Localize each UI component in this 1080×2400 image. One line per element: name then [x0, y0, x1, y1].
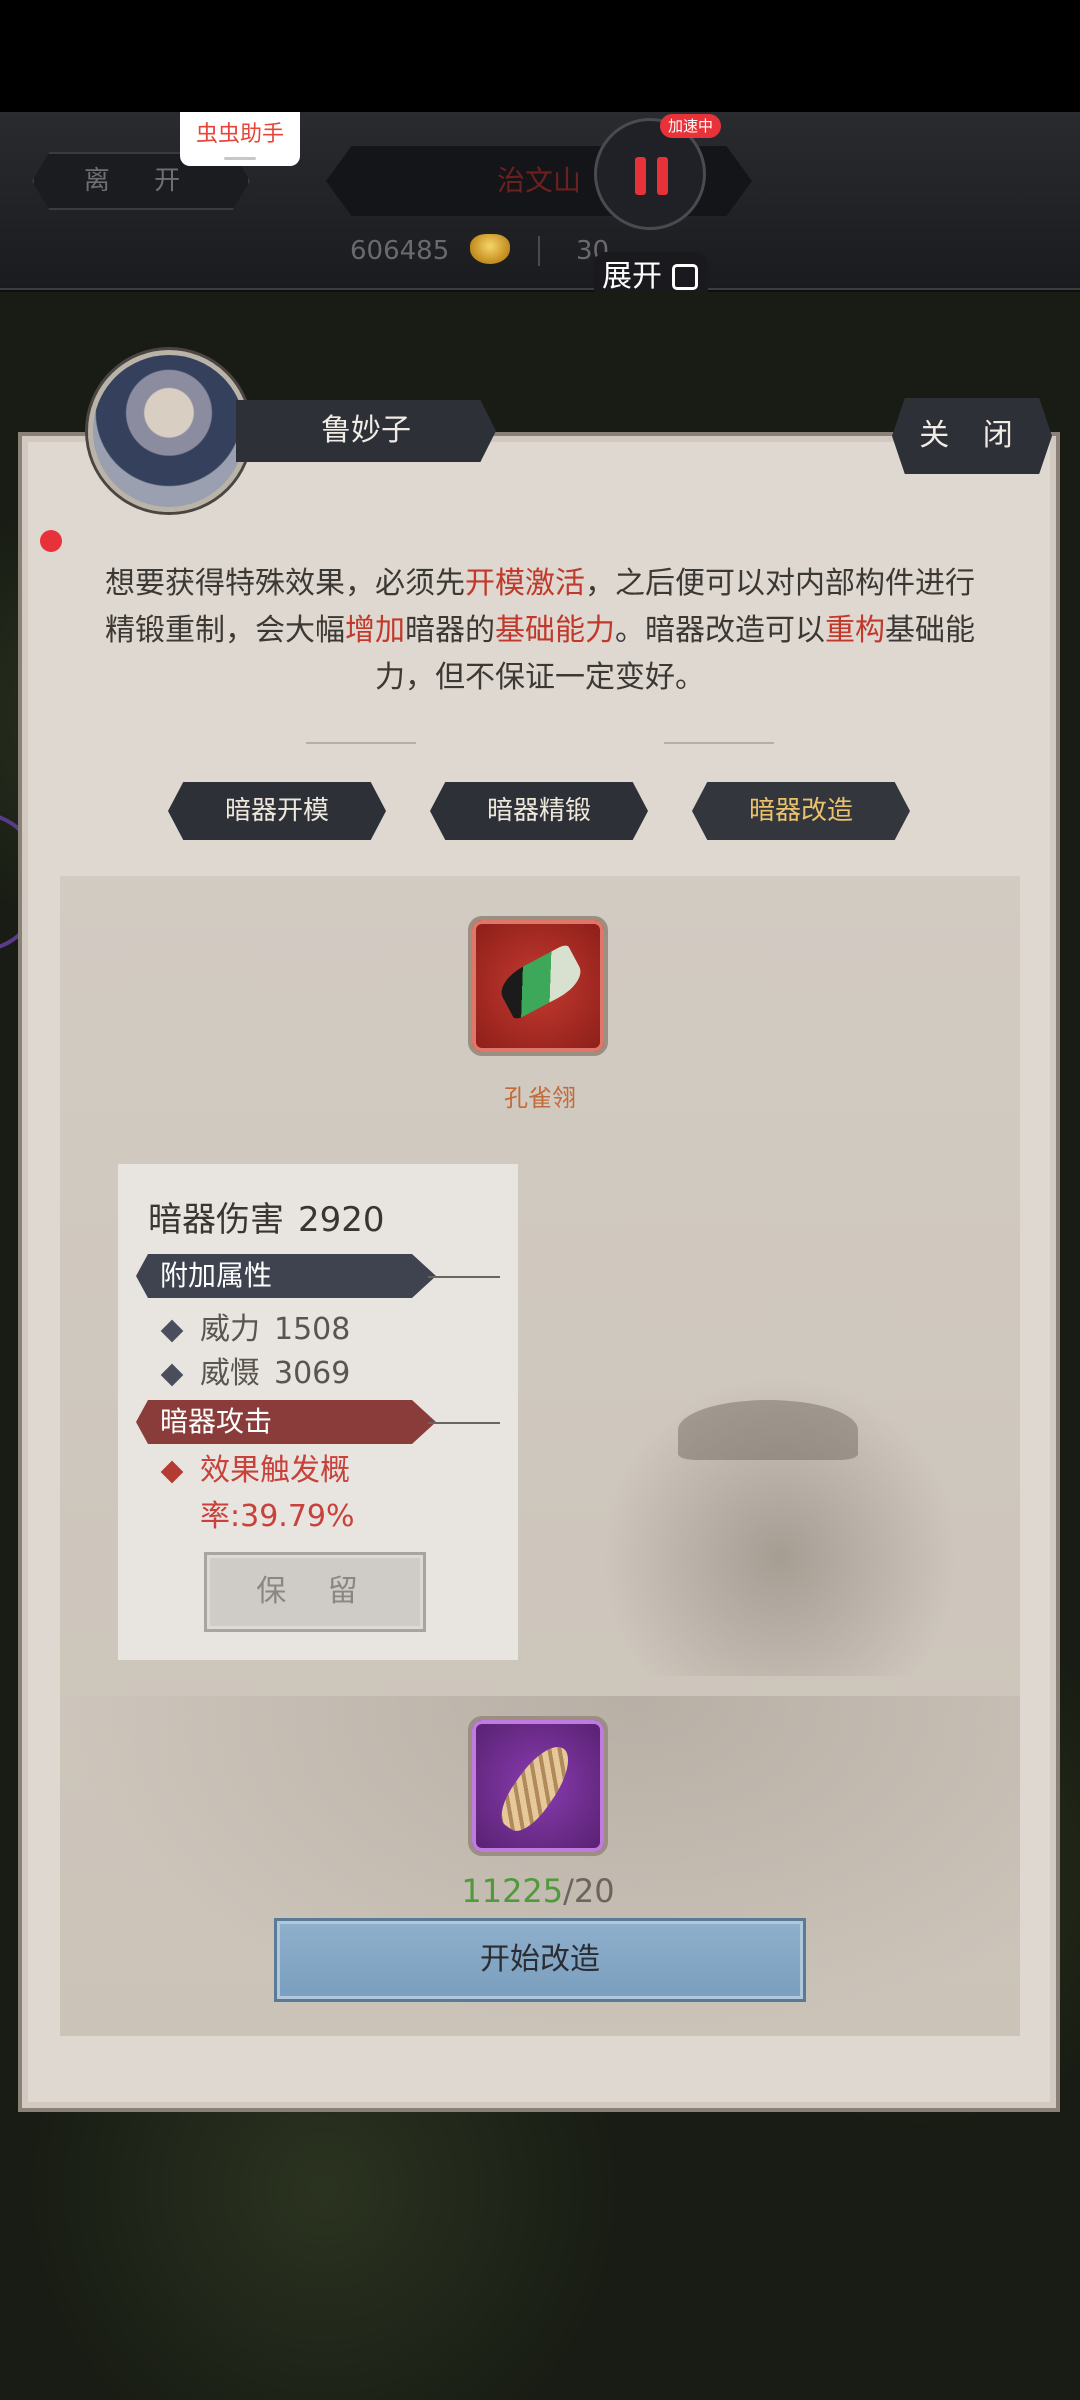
- keep-button[interactable]: 保 留: [204, 1552, 426, 1632]
- weapon-slot[interactable]: [468, 916, 608, 1056]
- damage-stat: 暗器伤害 2920: [148, 1200, 385, 1240]
- notification-dot: [40, 530, 62, 552]
- material-slot[interactable]: [468, 1716, 608, 1856]
- gold-ingot-icon: [470, 234, 510, 264]
- speed-badge: 加速中: [660, 114, 722, 138]
- weapon-name: 孔雀翎: [504, 1084, 576, 1112]
- divider-ornament: [664, 742, 774, 744]
- header-line: [428, 1276, 500, 1278]
- helper-tab[interactable]: 虫虫助手: [180, 112, 300, 166]
- tab-open-mold[interactable]: 暗器开模: [168, 782, 386, 840]
- effect-stat: 效果触发概率:39.79%: [160, 1448, 464, 1540]
- attack-header: 暗器攻击: [136, 1400, 436, 1444]
- diamond-icon: [160, 1460, 184, 1484]
- game-top-bar: 离 开 治文山 606485 30: [0, 112, 1080, 290]
- divider-ornament: [306, 742, 416, 744]
- extra-attributes-header: 附加属性: [136, 1254, 436, 1298]
- peacock-feather-weapon-icon: [494, 943, 588, 1021]
- npc-name: 鲁妙子: [236, 400, 496, 462]
- npc-avatar: [88, 350, 250, 512]
- gold-amount: 606485: [350, 236, 450, 266]
- header-line: [428, 1422, 500, 1424]
- description-text: 想要获得特殊效果，必须先开模激活，之后便可以对内部构件进行精锻重制，会大幅增加暗…: [105, 566, 975, 695]
- close-button[interactable]: 关 闭: [892, 398, 1052, 474]
- status-bar: [0, 0, 1080, 112]
- feather-material-icon: [492, 1737, 580, 1839]
- stats-card: 暗器伤害 2920 附加属性 威力 1508 威慑 3069 暗器攻击 效果触发概率:…: [118, 1164, 518, 1660]
- attribute-row: 威力 1508: [160, 1304, 350, 1348]
- pause-icon: [635, 157, 646, 195]
- attribute-row: 威慑 3069: [160, 1348, 350, 1392]
- tab-forge[interactable]: 暗器精锻: [430, 782, 648, 840]
- expand-icon: [672, 264, 698, 290]
- material-count: 11225/20: [461, 1872, 615, 1910]
- tab-modify[interactable]: 暗器改造: [692, 782, 910, 840]
- diamond-icon: [160, 1363, 184, 1387]
- expand-label: 展开: [602, 259, 662, 294]
- start-modify-button[interactable]: 开始改造: [274, 1918, 806, 2002]
- currency-divider: [538, 236, 540, 266]
- ink-painting-hat: [678, 1400, 858, 1460]
- diamond-icon: [160, 1319, 184, 1343]
